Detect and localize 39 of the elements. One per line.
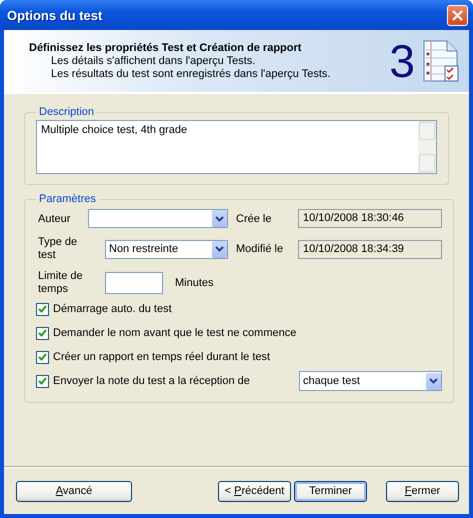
chevron-down-icon — [215, 246, 224, 252]
description-field[interactable]: Multiple choice test, 4th grade — [36, 120, 437, 174]
field-label: Auteur — [37, 212, 72, 224]
created-date-field: 10/10/2008 18:30:46 — [298, 209, 442, 228]
dialog-button[interactable]: Terminer — [294, 480, 367, 502]
unit-label: Minutes — [175, 277, 214, 289]
field-label: Modifié le — [235, 243, 284, 255]
header-text: Les résultats du test sont enregistrés dans l'aperçu Tests. — [50, 68, 332, 80]
field-label: Crée le — [235, 212, 272, 224]
checkbox[interactable] — [36, 374, 49, 388]
close-button[interactable] — [447, 4, 468, 26]
time-limit-field[interactable] — [105, 272, 163, 294]
step-number: 3 — [389, 38, 415, 84]
checkbox-label[interactable]: Envoyer la note du test a la réception de — [53, 375, 250, 387]
chevron-down-icon — [429, 378, 438, 384]
header-text: Les détails s'affichent dans l'aperçu Tests. — [50, 54, 256, 68]
checkbox-label[interactable]: Demander le nom avant que le test ne commence — [53, 327, 296, 339]
checkbox[interactable] — [36, 326, 49, 340]
checkbox-label[interactable]: Démarrage auto. du test — [53, 303, 172, 315]
chevron-down-icon — [215, 216, 224, 222]
modified-date-field: 10/10/2008 18:34:39 — [298, 240, 442, 258]
group-legend: Description — [36, 106, 98, 118]
group-legend: Paramètres — [36, 193, 99, 205]
checklist-document-icon — [423, 40, 459, 82]
dialog-button[interactable]: Avancé — [16, 480, 132, 502]
window-title: Options du test — [7, 8, 102, 22]
checkbox[interactable] — [36, 350, 49, 364]
dialog-button[interactable]: < Précédent — [218, 480, 291, 502]
field-label: Type de test — [37, 236, 78, 262]
author-dropdown[interactable] — [88, 209, 228, 228]
recipient-dropdown[interactable]: chaque test — [299, 371, 442, 391]
checkbox-label[interactable]: Créer un rapport en temps réel durant le test — [53, 351, 270, 363]
scrollbar[interactable] — [418, 121, 436, 173]
close-icon — [452, 10, 463, 20]
test-type-dropdown[interactable]: Non restreinte — [105, 240, 228, 258]
field-label: Limite de temps — [37, 270, 84, 296]
dialog-button[interactable]: Fermer — [386, 480, 459, 502]
header-title: Définissez les propriétés Test et Création de rapport — [29, 42, 302, 54]
checkbox[interactable] — [36, 302, 49, 316]
